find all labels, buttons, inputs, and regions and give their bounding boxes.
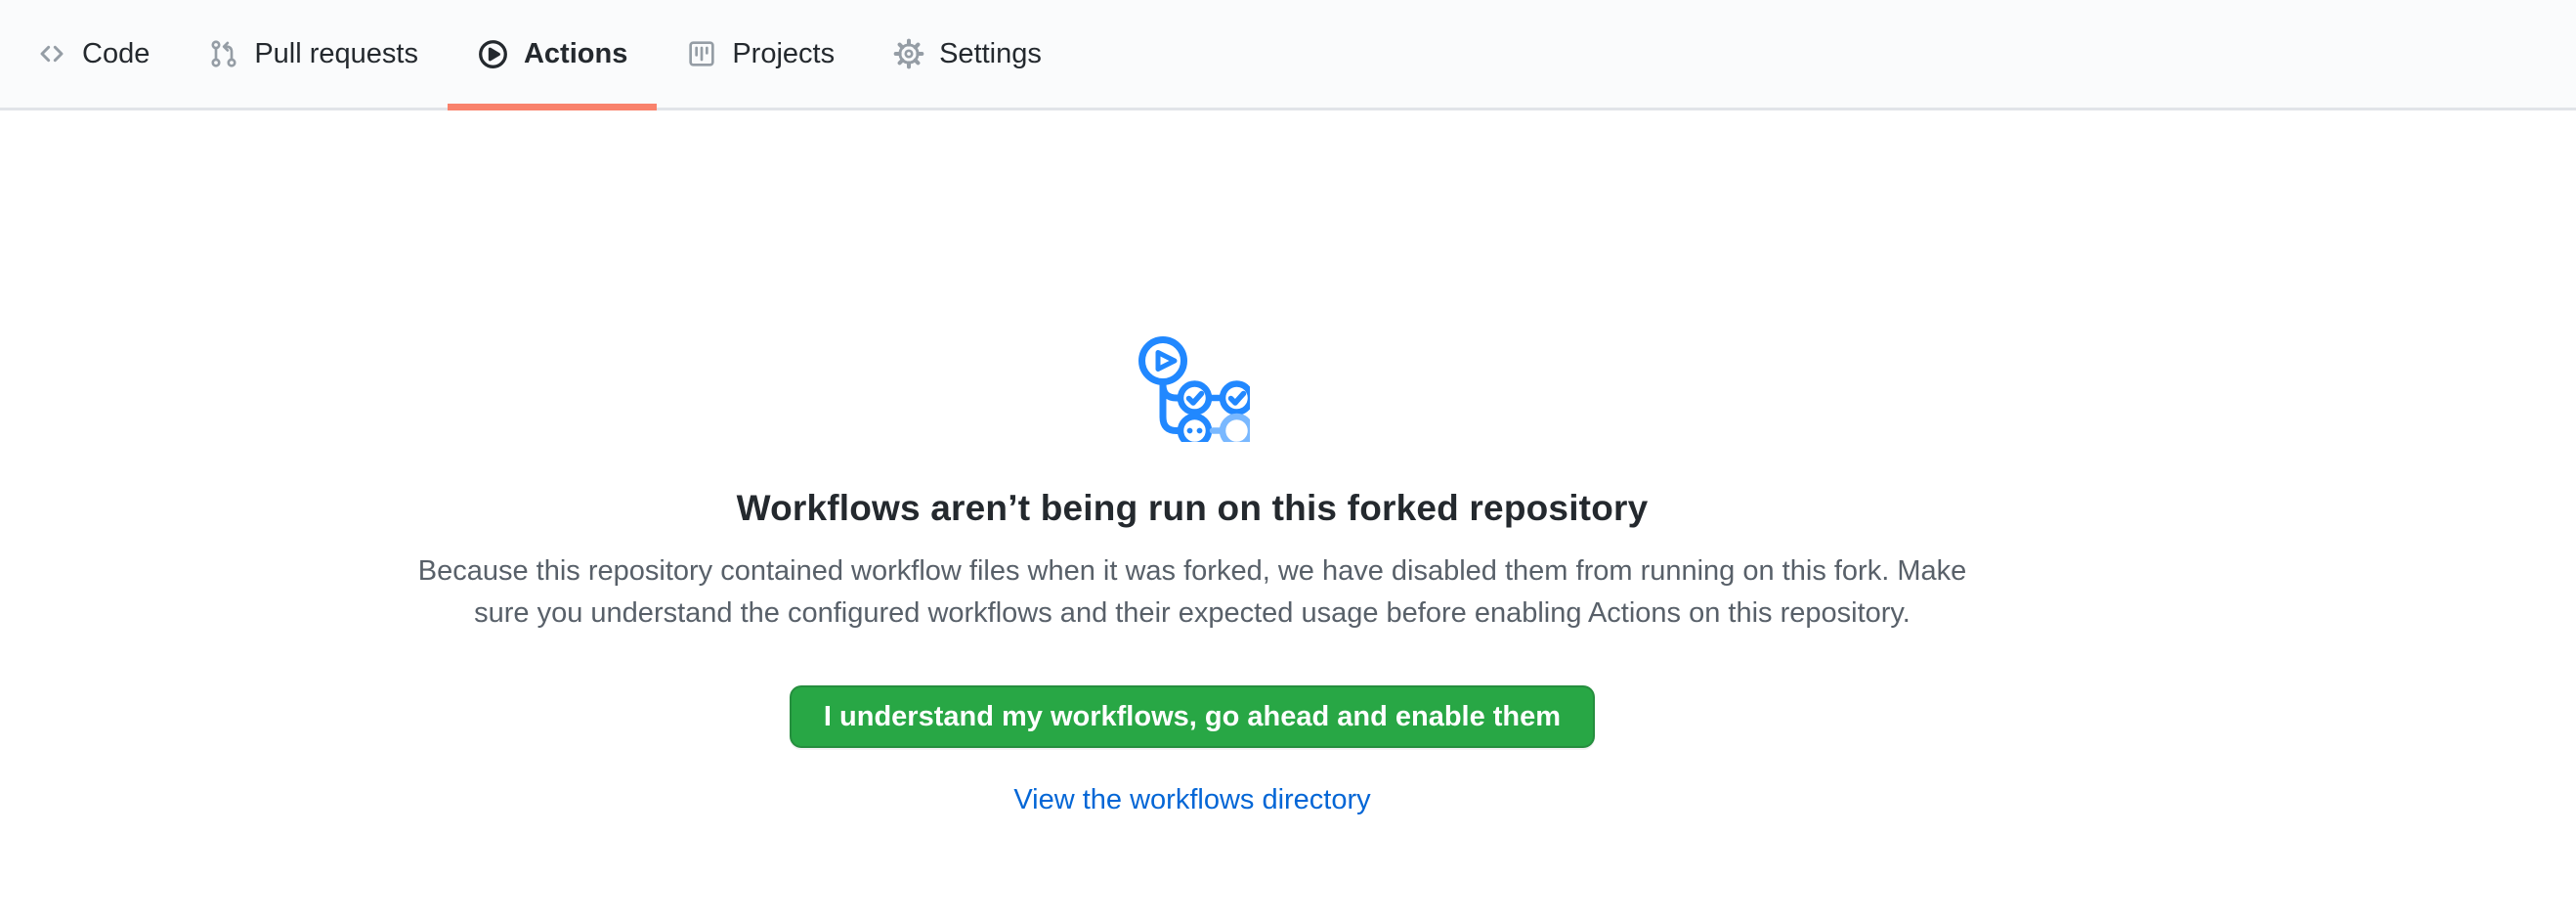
tab-code[interactable]: Code (7, 0, 179, 108)
tab-settings-label: Settings (939, 38, 1042, 70)
play-circle-icon (477, 38, 509, 70)
project-board-icon (686, 38, 717, 69)
tab-pull-requests-label: Pull requests (254, 38, 418, 70)
blankslate-title: Workflows aren’t being run on this forke… (737, 487, 1649, 530)
code-icon (36, 38, 67, 69)
tab-projects[interactable]: Projects (657, 0, 864, 108)
enable-workflows-button[interactable]: I understand my workflows, go ahead and … (790, 685, 1595, 748)
tab-actions-label: Actions (524, 38, 627, 70)
tab-projects-label: Projects (732, 38, 835, 70)
gear-icon (893, 38, 924, 69)
actions-disabled-blankslate: Workflows aren’t being run on this forke… (0, 110, 2384, 816)
git-pull-request-icon (208, 38, 239, 69)
tab-settings[interactable]: Settings (864, 0, 1071, 108)
workflow-graph-icon (1135, 331, 1250, 442)
blankslate-description: Because this repository contained workfl… (406, 550, 1979, 635)
repo-nav: Code Pull requests Actions Proje (0, 0, 2576, 110)
tab-code-label: Code (82, 38, 150, 70)
tab-pull-requests[interactable]: Pull requests (179, 0, 448, 108)
tab-actions[interactable]: Actions (448, 0, 657, 108)
view-workflows-directory-link[interactable]: View the workflows directory (1013, 784, 1370, 816)
